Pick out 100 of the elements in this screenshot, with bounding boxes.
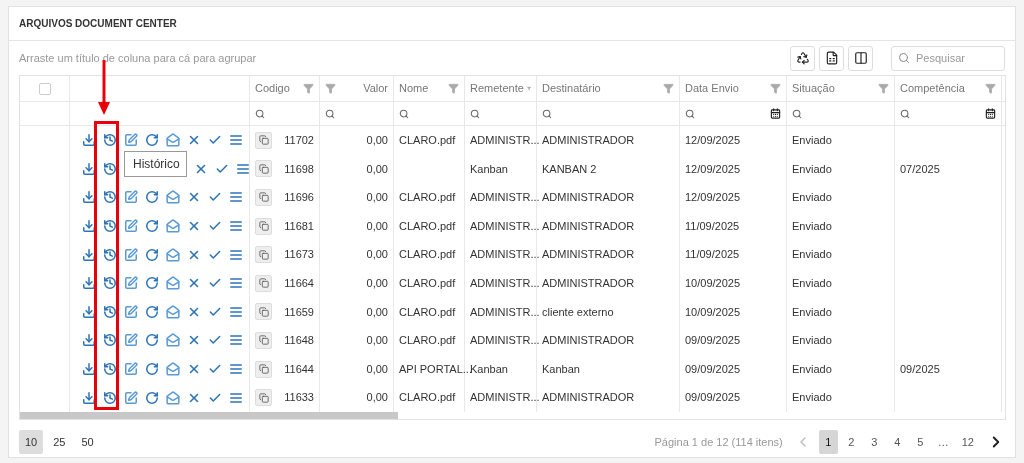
table-cell-text: 11648 [284,333,314,349]
refresh-icon[interactable] [145,390,159,405]
copy-button[interactable] [255,360,272,378]
history-icon[interactable] [103,161,117,176]
edit-icon[interactable] [124,362,138,377]
page-size-option[interactable]: 50 [75,430,100,454]
table-cell-text: 0,00 [366,333,388,349]
list-icon[interactable] [229,247,243,262]
edit-icon[interactable] [124,190,138,205]
download-icon[interactable] [82,247,96,262]
search-input[interactable]: Pesquisar [916,49,996,67]
list-icon[interactable] [229,133,243,148]
table-cell-text: 11696 [284,190,314,206]
copy-button[interactable] [255,389,272,407]
column-header[interactable]: Situação [792,80,875,97]
refresh-icon[interactable] [145,333,159,348]
horizontal-scrollbar[interactable] [20,411,398,419]
copy-button[interactable] [255,189,272,206]
search-field[interactable]: Pesquisar [891,45,1005,71]
list-icon[interactable] [229,362,243,377]
edit-icon[interactable] [124,219,138,234]
column-header[interactable]: Destinatário [542,80,660,97]
edit-icon[interactable] [124,333,138,348]
copy-button[interactable] [255,274,272,292]
history-icon[interactable] [103,362,117,377]
table-cell-text: Kanban [470,161,508,177]
download-icon[interactable] [82,304,96,319]
list-icon[interactable] [229,390,243,405]
edit-icon[interactable] [124,390,138,405]
history-icon[interactable] [103,390,117,405]
open-envelope-icon[interactable] [166,219,180,234]
refresh-icon[interactable] [145,304,159,319]
refresh-icon[interactable] [145,190,159,205]
history-icon[interactable] [103,133,117,148]
page-size-option[interactable]: 25 [47,430,72,454]
calendar-icon[interactable] [770,108,781,119]
open-envelope-icon[interactable] [166,190,180,205]
copy-icon [258,249,269,260]
history-icon[interactable] [103,276,117,291]
list-icon[interactable] [229,304,243,319]
download-icon[interactable] [82,133,96,148]
download-icon[interactable] [82,161,96,176]
toolbar-button[interactable] [819,45,844,71]
open-envelope-icon[interactable] [166,390,180,405]
column-header[interactable]: Nome [399,80,445,97]
list-icon[interactable] [236,161,250,176]
refresh-icon[interactable] [145,219,159,234]
copy-button[interactable] [255,131,272,149]
open-envelope-icon[interactable] [166,304,180,319]
table-cell-text: Enviado [792,276,832,291]
search-icon [470,108,480,119]
download-icon[interactable] [82,333,96,348]
open-envelope-icon[interactable] [166,362,180,377]
refresh-icon[interactable] [145,362,159,377]
refresh-icon[interactable] [145,133,159,148]
copy-button[interactable] [255,246,272,264]
copy-button[interactable] [255,160,272,178]
copy-button[interactable] [255,331,272,349]
history-icon[interactable] [103,333,117,348]
page-button[interactable]: 1 [818,430,838,454]
history-icon[interactable] [103,219,117,234]
refresh-icon[interactable] [145,247,159,262]
toolbar-button[interactable] [848,45,873,71]
search-icon [900,108,910,119]
download-icon[interactable] [82,190,96,205]
select-all-checkbox[interactable] [38,82,51,95]
column-header[interactable]: Remetente [470,80,524,97]
edit-icon[interactable] [124,133,138,148]
table-cell-text: ADMINISTRADOR [542,218,635,234]
history-icon[interactable] [103,190,117,205]
calendar-icon[interactable] [985,108,996,119]
edit-icon[interactable] [124,276,138,291]
column-header[interactable]: Codigo [255,80,300,97]
page-size-option[interactable]: 10 [19,430,44,454]
list-icon[interactable] [229,333,243,348]
toolbar-button[interactable] [790,45,815,71]
download-icon[interactable] [82,276,96,291]
column-header[interactable]: Competência [900,80,982,97]
history-icon[interactable] [103,247,117,262]
open-envelope-icon[interactable] [166,276,180,291]
table-cell-text: CLARO.pdf [399,390,456,406]
edit-icon[interactable] [124,247,138,262]
download-icon[interactable] [82,362,96,377]
open-envelope-icon[interactable] [166,133,180,148]
copy-button[interactable] [255,217,272,235]
column-header[interactable]: Data Envio [685,80,767,97]
panel-title: ARQUIVOS DOCUMENT CENTER [19,17,177,31]
list-icon[interactable] [229,276,243,291]
open-envelope-icon[interactable] [166,333,180,348]
list-icon[interactable] [229,219,243,234]
list-icon[interactable] [229,190,243,205]
table-cell-text: 0,00 [366,218,388,234]
history-icon[interactable] [103,304,117,319]
open-envelope-icon[interactable] [166,247,180,262]
edit-icon[interactable] [124,304,138,319]
refresh-icon[interactable] [145,276,159,291]
column-header[interactable]: Valor [363,80,388,97]
download-icon[interactable] [82,219,96,234]
copy-button[interactable] [255,303,272,321]
download-icon[interactable] [82,390,96,405]
